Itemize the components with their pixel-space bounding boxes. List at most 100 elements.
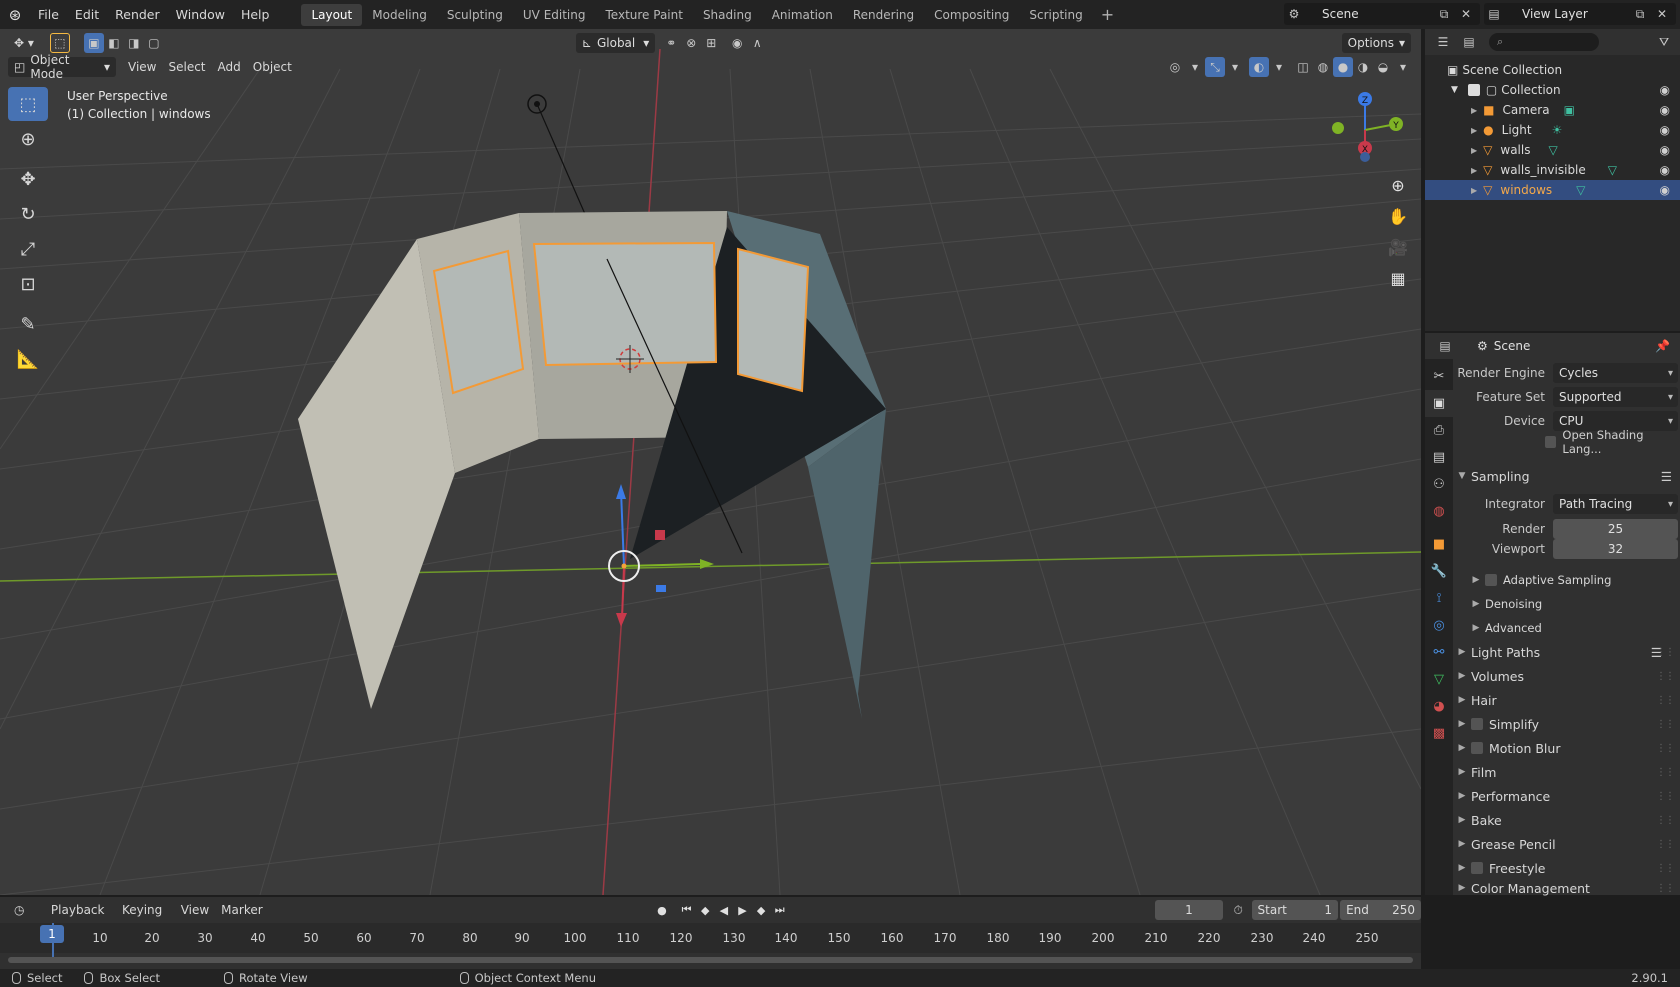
editor-type-button[interactable]: ✥ ▾ [8,33,40,53]
camera-data-icon[interactable]: ▣ [1564,103,1575,117]
wireframe-shading-icon[interactable]: ◍ [1313,57,1333,77]
scale-tool-icon[interactable]: ⤢ [8,232,48,266]
drag-grip-icon[interactable]: ⋮⋮ [1656,815,1675,826]
outliner-editor-icon[interactable]: ☰ [1433,32,1453,52]
menu-timeline-view[interactable]: View [175,900,215,920]
filter-icon[interactable]: ⛛ [1654,32,1674,52]
render-engine-select[interactable]: Cycles ▾ [1553,363,1678,383]
view-layer-selector[interactable]: ▤ View Layer ⧉ ✕ [1484,3,1676,25]
section-performance[interactable]: ▶ Performance ⋮⋮ [1453,785,1680,807]
section-volumes[interactable]: ▶ Volumes ⋮⋮ [1453,665,1680,687]
perspective-toggle-icon[interactable]: ▦ [1384,264,1412,292]
properties-editor-icon[interactable]: ▤ [1435,336,1455,356]
output-tab-icon[interactable]: ⎙ [1425,417,1453,444]
tab-uv-editing[interactable]: UV Editing [513,4,596,26]
integrator-select[interactable]: Path Tracing ▾ [1553,494,1678,514]
annotate-tool-icon[interactable]: ✎ [8,307,48,341]
checkbox-icon[interactable] [1467,84,1480,96]
freestyle-checkbox[interactable] [1471,862,1483,874]
motion-blur-checkbox[interactable] [1471,742,1483,754]
section-film[interactable]: ▶ Film ⋮⋮ [1453,761,1680,783]
add-workspace-button[interactable]: + [1093,5,1122,24]
outliner-collection[interactable]: ▼ ▢ Collection ◉ [1425,80,1680,100]
rendered-shading-icon[interactable]: ◒ [1373,57,1393,77]
delete-scene-icon[interactable]: ✕ [1456,4,1476,24]
playhead-frame-badge[interactable]: 1 [40,925,64,943]
zoom-icon[interactable]: ⊕ [1384,171,1412,199]
tab-rendering[interactable]: Rendering [843,4,924,26]
navigation-gizmo[interactable]: Z Y X [1320,85,1410,175]
presets-list-icon[interactable]: ☰ [1661,469,1672,484]
jump-start-icon[interactable]: ⏮ [677,903,696,917]
cursor-tool-icon[interactable]: ⊕ [8,122,48,156]
modifier-tab-icon[interactable]: 🔧 [1425,558,1453,585]
drag-grip-icon[interactable]: ⋮⋮ [1656,695,1675,706]
display-mode-icon[interactable]: ▤ [1459,32,1479,52]
menu-keying[interactable]: Keying ▾ [116,900,175,937]
texture-tab-icon[interactable]: ▩ [1425,720,1453,747]
mesh-data-icon[interactable]: ▽ [1548,143,1557,157]
snap-icon[interactable]: ⊗ [681,33,701,53]
scene-selector[interactable]: ⚙ Scene ⧉ ✕ [1284,3,1480,25]
proportional-edit-icon[interactable]: ◉ [727,33,747,53]
eye-icon[interactable]: ◉ [1660,123,1670,137]
play-icon[interactable]: ▶ [733,904,752,917]
outliner-item-camera[interactable]: ▶ ■ Camera ▣ ◉ [1425,100,1680,120]
options-button[interactable]: Options ▾ [1341,33,1411,53]
eye-icon[interactable]: ◉ [1660,183,1670,197]
adaptive-sampling-checkbox[interactable] [1485,574,1497,586]
new-view-layer-icon[interactable]: ⧉ [1630,4,1650,24]
section-sampling[interactable]: ▼ Sampling ☰ [1453,465,1680,487]
eye-icon[interactable]: ◉ [1660,143,1670,157]
subsection-denoising[interactable]: ▶ Denoising [1453,593,1680,615]
select-subtract-icon[interactable]: ◨ [124,33,144,53]
eye-icon[interactable]: ◉ [1660,103,1670,117]
tab-sculpting[interactable]: Sculpting [437,4,513,26]
tab-shading[interactable]: Shading [693,4,762,26]
select-extend-icon[interactable]: ◧ [104,33,124,53]
pivot-point-icon[interactable]: ⚭ [661,33,681,53]
section-light-paths[interactable]: ▶ Light Paths ☰ ⋮⋮ [1453,641,1680,663]
world-tab-icon[interactable]: ◍ [1425,498,1453,525]
subsection-advanced[interactable]: ▶ Advanced [1453,617,1680,639]
object-tab-icon[interactable]: ■ [1425,531,1453,558]
tab-layout[interactable]: Layout [301,3,363,26]
solid-shading-icon[interactable]: ● [1333,57,1353,77]
expand-arrow-icon[interactable]: ▶ [1471,146,1477,155]
outliner-item-walls-invisible[interactable]: ▶ ▽ walls_invisible ▽ ◉ [1425,160,1680,180]
snap-target-icon[interactable]: ⊞ [701,33,721,53]
section-motion-blur[interactable]: ▶ Motion Blur ⋮⋮ [1453,737,1680,759]
select-intersect-icon[interactable]: ▢ [144,33,164,53]
viewport-samples-field[interactable]: 32 [1553,539,1678,559]
blender-logo-icon[interactable]: ⊛ [0,0,30,29]
osl-checkbox[interactable] [1545,436,1557,448]
tab-animation[interactable]: Animation [762,4,843,26]
outliner-item-light[interactable]: ▶ ● Light ☀ ◉ [1425,120,1680,140]
expand-arrow-icon[interactable]: ▼ [1451,85,1458,95]
measure-tool-icon[interactable]: 📐 [8,342,48,376]
overlays-toggle-icon[interactable]: ◐ [1249,57,1269,77]
pin-icon[interactable]: 📌 [1655,339,1670,353]
menu-help[interactable]: Help [233,0,278,29]
rotate-tool-icon[interactable]: ↻ [8,197,48,231]
feature-set-select[interactable]: Supported ▾ [1553,387,1678,407]
drag-grip-icon[interactable]: ⋮⋮ [1656,791,1675,802]
drag-grip-icon[interactable]: ⋮⋮ [1656,883,1675,894]
drag-grip-icon[interactable]: ⋮⋮ [1656,647,1675,658]
outliner-item-walls[interactable]: ▶ ▽ walls ▽ ◉ [1425,140,1680,160]
section-simplify[interactable]: ▶ Simplify ⋮⋮ [1453,713,1680,735]
next-keyframe-icon[interactable]: ◆ [752,904,771,917]
new-scene-icon[interactable]: ⧉ [1434,4,1454,24]
menu-marker[interactable]: Marker [215,900,268,920]
view-layer-tab-icon[interactable]: ▤ [1425,444,1453,471]
section-color-management[interactable]: ▶ Color Management ⋮⋮ [1453,881,1680,896]
section-grease-pencil[interactable]: ▶ Grease Pencil ⋮⋮ [1453,833,1680,855]
select-new-icon[interactable]: ▣ [83,33,104,53]
tool-tab-icon[interactable]: ✂ [1425,363,1453,390]
transform-orientation-select[interactable]: ⊾ Global ▾ [575,33,656,53]
light-data-icon[interactable]: ☀ [1552,123,1563,137]
play-reverse-icon[interactable]: ◀ [715,904,734,917]
drag-grip-icon[interactable]: ⋮⋮ [1656,671,1675,682]
camera-view-icon[interactable]: 🎥 [1384,233,1412,261]
drag-grip-icon[interactable]: ⋮⋮ [1656,839,1675,850]
